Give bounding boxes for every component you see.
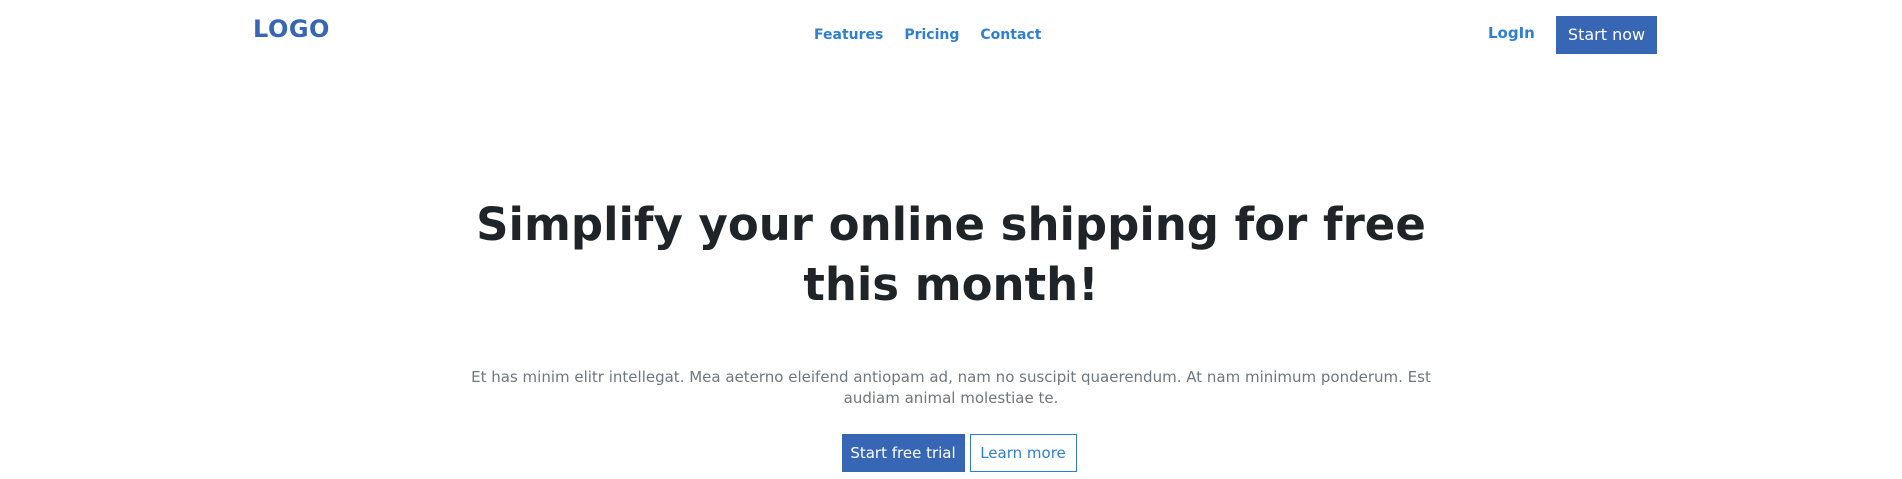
nav-link-pricing[interactable]: Pricing bbox=[904, 25, 959, 45]
main-nav: Features Pricing Contact bbox=[814, 25, 1041, 45]
hero-section: Simplify your online shipping for free t… bbox=[0, 195, 1902, 472]
landing-page: LOGO Features Pricing Contact LogIn Star… bbox=[0, 0, 1902, 479]
logo[interactable]: LOGO bbox=[253, 14, 330, 44]
learn-more-button[interactable]: Learn more bbox=[969, 434, 1077, 472]
start-now-button[interactable]: Start now bbox=[1556, 16, 1657, 54]
nav-link-features[interactable]: Features bbox=[814, 25, 883, 45]
hero-description: Et has minim elitr intellegat. Mea aeter… bbox=[471, 368, 1431, 407]
nav-link-contact[interactable]: Contact bbox=[980, 25, 1041, 45]
start-free-trial-button[interactable]: Start free trial bbox=[841, 434, 965, 472]
hero-title: Simplify your online shipping for free t… bbox=[476, 198, 1426, 311]
site-header: LOGO Features Pricing Contact LogIn Star… bbox=[0, 0, 1902, 70]
cta-row: Start free trial Learn more bbox=[0, 434, 1902, 472]
login-link[interactable]: LogIn bbox=[1488, 23, 1535, 43]
hero-description-wrapper: Et has minim elitr intellegat. Mea aeter… bbox=[0, 367, 1902, 409]
